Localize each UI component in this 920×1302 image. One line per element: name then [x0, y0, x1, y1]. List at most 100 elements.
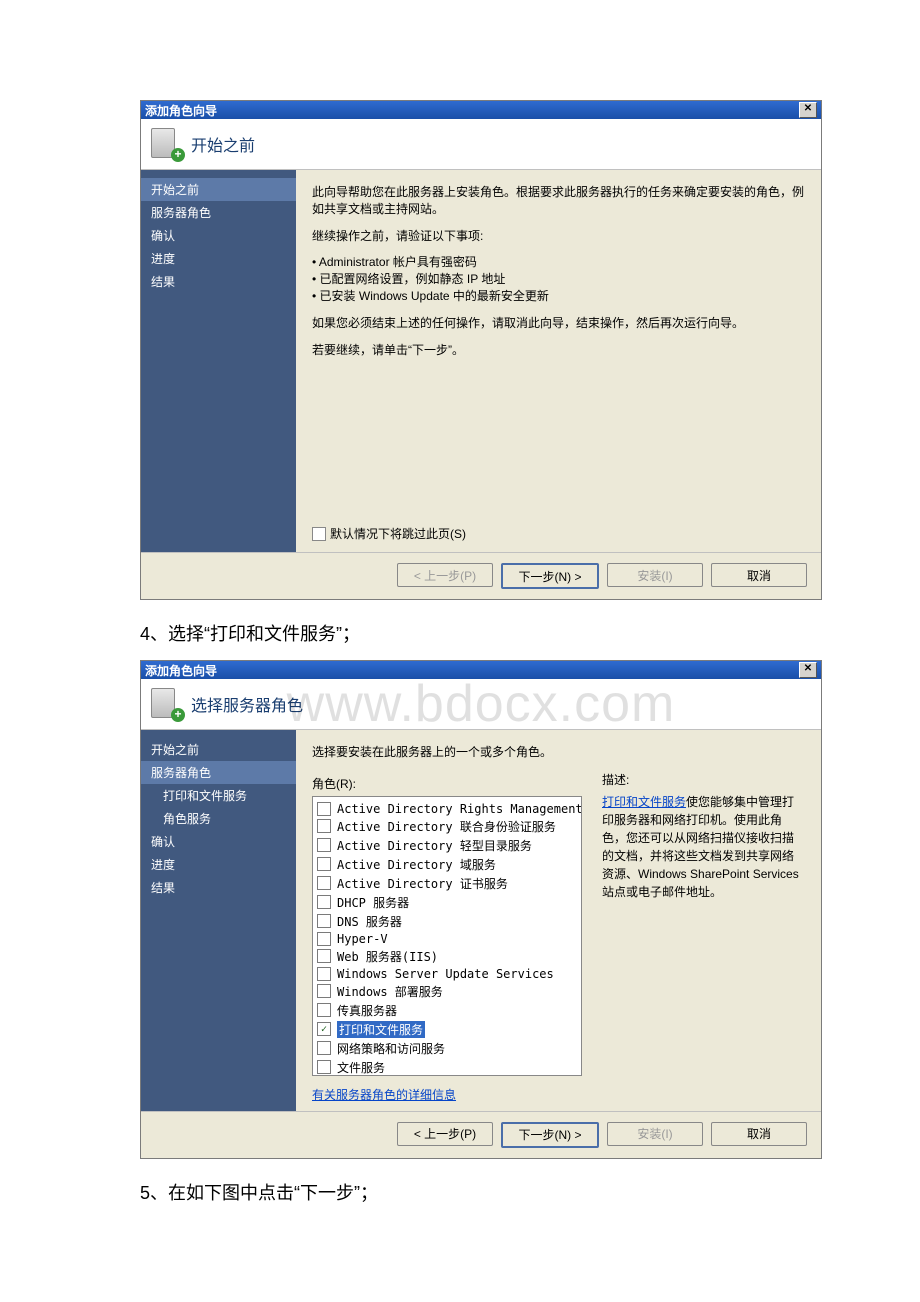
sidebar-item[interactable]: 开始之前 [141, 738, 296, 761]
server-plus-icon: + [151, 128, 183, 160]
roles-prompt: 选择要安装在此服务器上的一个或多个角色。 [312, 744, 805, 761]
sidebar-item[interactable]: 打印和文件服务 [141, 784, 296, 807]
role-label: Active Directory 轻型目录服务 [337, 837, 532, 854]
prereq-bullets: Administrator 帐户具有强密码已配置网络设置，例如静态 IP 地址已… [312, 254, 805, 304]
role-label: Active Directory Rights Management Servi… [337, 802, 582, 816]
wizard-header-title: 开始之前 [191, 132, 255, 156]
role-row[interactable]: Web 服务器(IIS) [317, 947, 577, 966]
role-label: DHCP 服务器 [337, 894, 409, 911]
sidebar-item[interactable]: 结果 [141, 876, 296, 899]
sidebar-item[interactable]: 确认 [141, 830, 296, 853]
wizard-content: 此向导帮助您在此服务器上安装角色。根据要求此服务器执行的任务来确定要安装的角色，… [296, 170, 821, 552]
role-row[interactable]: Active Directory Rights Management Servi… [317, 801, 577, 817]
doc-step-4: 4、选择“打印和文件服务”； [140, 620, 780, 646]
sidebar-item[interactable]: 角色服务 [141, 807, 296, 830]
checkbox-icon[interactable] [317, 857, 331, 871]
prereq-bullet: 已配置网络设置，例如静态 IP 地址 [312, 271, 805, 288]
wizard-button-bar: < 上一步(P) 下一步(N) > 安装(I) 取消 [141, 1111, 821, 1158]
close-icon[interactable]: ✕ [799, 662, 817, 678]
role-row[interactable]: Active Directory 域服务 [317, 855, 577, 874]
checkbox-icon[interactable] [317, 949, 331, 963]
role-row[interactable]: 网络策略和访问服务 [317, 1039, 577, 1058]
doc-step-5: 5、在如下图中点击“下一步”； [140, 1179, 780, 1205]
prereq-bullet: Administrator 帐户具有强密码 [312, 254, 805, 271]
roles-label: 角色(R): [312, 775, 582, 792]
role-description: 描述: 打印和文件服务使您能够集中管理打印服务器和网络打印机。使用此角色，您还可… [602, 771, 805, 1103]
wizard-header: + 选择服务器角色 www.bdocx.com [141, 679, 821, 730]
cancel-button[interactable]: 取消 [711, 1122, 807, 1146]
next-button[interactable]: 下一步(N) > [501, 1122, 599, 1148]
role-label: Hyper-V [337, 932, 388, 946]
more-info-link[interactable]: 有关服务器角色的详细信息 [312, 1086, 456, 1103]
checkbox-icon[interactable] [317, 838, 331, 852]
wizard-header-title: 选择服务器角色 [191, 692, 303, 716]
role-row[interactable]: 文件服务 [317, 1058, 577, 1076]
role-label: Windows Server Update Services [337, 967, 554, 981]
role-row[interactable]: 传真服务器 [317, 1001, 577, 1020]
role-label: DNS 服务器 [337, 913, 402, 930]
wizard-sidebar: 开始之前服务器角色确认进度结果 [141, 170, 296, 552]
description-text: 使您能够集中管理打印服务器和网络打印机。使用此角色，您还可以从网络扫描仪接收扫描… [602, 795, 799, 899]
server-plus-icon: + [151, 688, 183, 720]
checkbox-icon[interactable] [317, 914, 331, 928]
role-label: Web 服务器(IIS) [337, 948, 438, 965]
prev-button[interactable]: < 上一步(P) [397, 1122, 493, 1146]
role-label: Windows 部署服务 [337, 983, 443, 1000]
role-row[interactable]: Windows 部署服务 [317, 982, 577, 1001]
role-label: 文件服务 [337, 1059, 385, 1076]
continue-note: 若要继续，请单击“下一步”。 [312, 342, 805, 359]
role-label: 传真服务器 [337, 1002, 397, 1019]
role-row[interactable]: DNS 服务器 [317, 912, 577, 931]
checkbox-icon[interactable] [317, 984, 331, 998]
checkbox-icon[interactable] [317, 1041, 331, 1055]
role-label: 网络策略和访问服务 [337, 1040, 445, 1057]
skip-page-checkbox-row[interactable]: 默认情况下将跳过此页(S) [312, 525, 466, 542]
sidebar-item[interactable]: 确认 [141, 224, 296, 247]
wizard-header: + 开始之前 [141, 119, 821, 170]
role-row[interactable]: Active Directory 证书服务 [317, 874, 577, 893]
role-row[interactable]: DHCP 服务器 [317, 893, 577, 912]
sidebar-item[interactable]: 开始之前 [141, 178, 296, 201]
checkbox-icon[interactable] [317, 967, 331, 981]
cancel-button[interactable]: 取消 [711, 563, 807, 587]
role-row[interactable]: Active Directory 轻型目录服务 [317, 836, 577, 855]
skip-page-label: 默认情况下将跳过此页(S) [330, 525, 466, 542]
checkbox-icon[interactable] [317, 876, 331, 890]
install-button: 安装(I) [607, 563, 703, 587]
wizard-sidebar: 开始之前服务器角色打印和文件服务角色服务确认进度结果 [141, 730, 296, 1111]
role-label: 打印和文件服务 [337, 1021, 425, 1038]
checkbox-icon[interactable] [317, 819, 331, 833]
checkbox-icon[interactable] [312, 527, 326, 541]
titlebar[interactable]: 添加角色向导 ✕ [141, 101, 821, 119]
watermark-text: www.bdocx.com [287, 674, 676, 734]
checkbox-icon[interactable] [317, 1003, 331, 1017]
verify-heading: 继续操作之前，请验证以下事项: [312, 228, 805, 245]
description-link[interactable]: 打印和文件服务 [602, 795, 686, 809]
close-icon[interactable]: ✕ [799, 102, 817, 118]
cancel-note: 如果您必须结束上述的任何操作，请取消此向导，结束操作，然后再次运行向导。 [312, 315, 805, 332]
sidebar-item[interactable]: 服务器角色 [141, 201, 296, 224]
checkbox-icon[interactable] [317, 1060, 331, 1074]
checkbox-icon[interactable] [317, 932, 331, 946]
checkbox-icon[interactable]: ✓ [317, 1022, 331, 1036]
wizard-dialog-before-you-begin: 添加角色向导 ✕ + 开始之前 开始之前服务器角色确认进度结果 此向导帮助您在此… [140, 100, 822, 600]
wizard-dialog-select-roles: 添加角色向导 ✕ + 选择服务器角色 www.bdocx.com 开始之前服务器… [140, 660, 822, 1159]
checkbox-icon[interactable] [317, 895, 331, 909]
role-row[interactable]: Hyper-V [317, 931, 577, 947]
role-row[interactable]: ✓ 打印和文件服务 [317, 1020, 577, 1039]
titlebar[interactable]: 添加角色向导 ✕ [141, 661, 821, 679]
sidebar-item[interactable]: 结果 [141, 270, 296, 293]
sidebar-item[interactable]: 进度 [141, 853, 296, 876]
prev-button: < 上一步(P) [397, 563, 493, 587]
sidebar-item[interactable]: 进度 [141, 247, 296, 270]
role-label: Active Directory 证书服务 [337, 875, 508, 892]
intro-text: 此向导帮助您在此服务器上安装角色。根据要求此服务器执行的任务来确定要安装的角色，… [312, 184, 805, 218]
role-row[interactable]: Active Directory 联合身份验证服务 [317, 817, 577, 836]
next-button[interactable]: 下一步(N) > [501, 563, 599, 589]
role-row[interactable]: Windows Server Update Services [317, 966, 577, 982]
roles-listbox[interactable]: Active Directory Rights Management Servi… [312, 796, 582, 1076]
role-label: Active Directory 域服务 [337, 856, 496, 873]
sidebar-item[interactable]: 服务器角色 [141, 761, 296, 784]
wizard-button-bar: < 上一步(P) 下一步(N) > 安装(I) 取消 [141, 552, 821, 599]
checkbox-icon[interactable] [317, 802, 331, 816]
